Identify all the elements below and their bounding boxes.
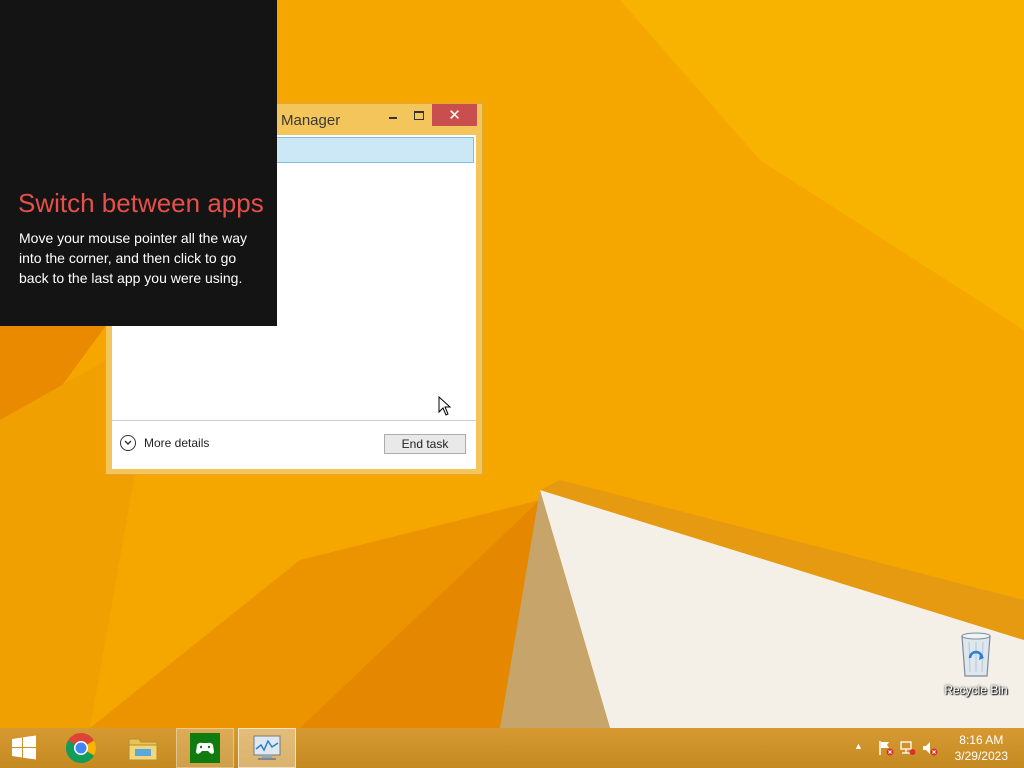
more-details-label[interactable]: More details: [144, 436, 209, 450]
tip-body: Move your mouse pointer all the way into…: [19, 230, 247, 286]
recycle-bin-shortcut[interactable]: Recycle Bin: [938, 630, 1014, 697]
close-button[interactable]: ✕: [432, 104, 477, 126]
file-explorer-icon: [128, 738, 158, 761]
clock-time: 8:16 AM: [959, 733, 1004, 747]
show-hidden-icons-icon[interactable]: ▲: [854, 741, 863, 751]
taskbar-chrome[interactable]: [52, 728, 110, 768]
switch-apps-tip: Switch between apps Move your mouse poin…: [0, 0, 277, 326]
task-manager-footer: More details End task: [112, 420, 476, 469]
recycle-bin-label: Recycle Bin: [944, 683, 1008, 697]
volume-muted-icon[interactable]: [922, 740, 938, 756]
task-manager-icon: [253, 735, 281, 760]
xbox-games-icon: [190, 733, 220, 763]
start-icon: [12, 735, 36, 760]
taskbar: ▲ 8:16 AM 3/29/2023: [0, 728, 1024, 768]
chevron-down-icon[interactable]: [120, 435, 136, 451]
more-details-toggle[interactable]: More details: [120, 435, 209, 451]
close-icon: ✕: [448, 106, 461, 124]
taskbar-task-manager[interactable]: [238, 728, 296, 768]
taskbar-file-explorer[interactable]: [114, 728, 172, 768]
tip-heading: Switch between apps: [18, 188, 264, 218]
network-icon[interactable]: [900, 740, 916, 756]
minimize-icon: [389, 117, 397, 119]
action-center-flag-icon[interactable]: [878, 740, 894, 756]
start-button[interactable]: [0, 728, 48, 768]
system-tray: ▲ 8:16 AM 3/29/2023: [844, 728, 1024, 768]
chrome-icon: [65, 733, 97, 764]
clock[interactable]: 8:16 AM 3/29/2023: [955, 732, 1008, 764]
end-task-button[interactable]: End task: [384, 434, 466, 454]
maximize-icon: [414, 110, 424, 120]
mouse-pointer-icon: [438, 396, 452, 416]
maximize-button[interactable]: [406, 104, 432, 126]
taskbar-xbox-games[interactable]: [176, 728, 234, 768]
window-title: Manager: [281, 112, 341, 129]
clock-date: 3/29/2023: [954, 749, 1008, 763]
minimize-button[interactable]: [380, 104, 406, 126]
recycle-bin-icon: [961, 632, 991, 677]
